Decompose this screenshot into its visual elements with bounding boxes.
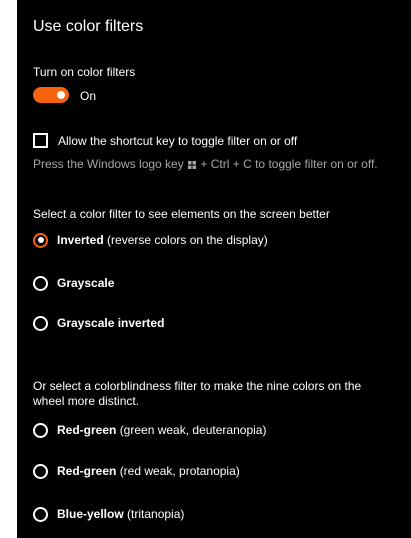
- radio-button[interactable]: [33, 232, 48, 248]
- option-detail: (green weak, deuteranopia): [119, 423, 267, 437]
- color-filters-panel: Use color filters Turn on color filters …: [17, 0, 411, 538]
- page-title: Use color filters: [33, 18, 144, 35]
- colorblind-heading: Or select a colorblindness filter to mak…: [33, 379, 362, 408]
- radio-option-label: Red-green (green weak, deuteranopia): [57, 423, 266, 437]
- option-detail: (reverse colors on the display): [107, 233, 268, 247]
- shortcut-hint-prefix: Press the Windows logo key: [33, 157, 184, 171]
- option-name: Red-green: [57, 423, 117, 437]
- shortcut-hint: Press the Windows logo key + Ctrl + C to…: [33, 157, 378, 171]
- radio-option-label: Grayscale inverted: [57, 316, 164, 330]
- toggle-knob: [57, 91, 65, 99]
- radio-option-grayscale-inverted[interactable]: Grayscale inverted: [33, 314, 164, 332]
- radio-option-label: Red-green (red weak, protanopia): [57, 464, 240, 478]
- radio-option-tritanopia[interactable]: Blue-yellow (tritanopia): [33, 505, 184, 523]
- option-name: Red-green: [57, 464, 117, 478]
- windows-logo-icon: [188, 161, 197, 169]
- color-filters-toggle-label: Turn on color filters: [33, 65, 136, 79]
- option-name: Inverted: [57, 233, 104, 247]
- radio-option-label: Grayscale: [57, 276, 114, 290]
- radio-button[interactable]: [33, 315, 48, 331]
- shortcut-key-checkbox[interactable]: [33, 133, 48, 148]
- option-name: Blue-yellow: [57, 507, 124, 521]
- radio-option-protanopia[interactable]: Red-green (red weak, protanopia): [33, 462, 240, 480]
- radio-button[interactable]: [33, 422, 48, 438]
- shortcut-key-checkbox-label[interactable]: Allow the shortcut key to toggle filter …: [58, 134, 297, 148]
- shortcut-hint-suffix: + Ctrl + C to toggle filter on or off.: [200, 157, 378, 171]
- radio-option-grayscale[interactable]: Grayscale: [33, 274, 114, 292]
- radio-selected-dot: [37, 237, 44, 243]
- radio-button[interactable]: [33, 463, 48, 479]
- radio-button[interactable]: [33, 506, 48, 522]
- option-detail: (tritanopia): [127, 507, 185, 521]
- radio-option-label: Inverted (reverse colors on the display): [57, 233, 268, 247]
- option-detail: (red weak, protanopia): [119, 464, 240, 478]
- option-name: Grayscale: [57, 276, 115, 290]
- radio-option-inverted[interactable]: Inverted (reverse colors on the display): [33, 231, 268, 249]
- radio-option-label: Blue-yellow (tritanopia): [57, 507, 184, 521]
- radio-button[interactable]: [33, 275, 48, 291]
- toggle-state-label: On: [80, 89, 97, 103]
- filters-heading: Select a color filter to see elements on…: [33, 207, 330, 221]
- option-name: Grayscale inverted: [57, 316, 165, 330]
- radio-option-deuteranopia[interactable]: Red-green (green weak, deuteranopia): [33, 421, 266, 439]
- color-filters-toggle[interactable]: [33, 87, 69, 103]
